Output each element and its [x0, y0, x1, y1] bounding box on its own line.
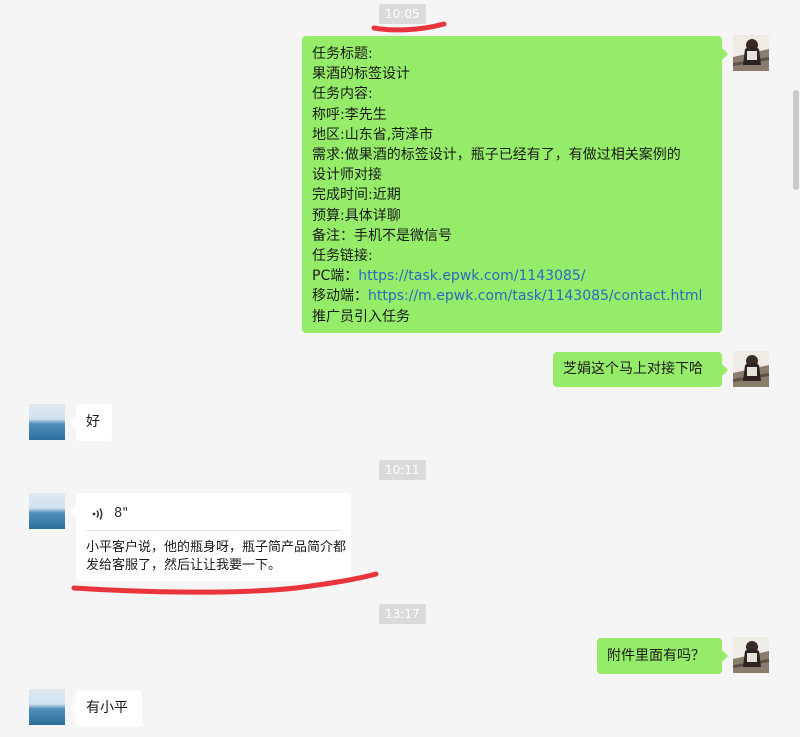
task-line: 称呼:李先生 — [312, 106, 387, 123]
contact-avatar[interactable] — [29, 404, 65, 440]
task-line: 地区:山东省,菏泽市 — [312, 126, 434, 143]
task-line: 任务标题: — [312, 46, 373, 62]
pc-task-link[interactable]: https://task.epwk.com/1143085/ — [358, 268, 585, 284]
mobile-task-link[interactable]: https://m.epwk.com/task/1143085/contact.… — [368, 288, 702, 304]
task-line: 任务内容: — [312, 86, 373, 103]
task-line: 备注：手机不是微信号 — [312, 227, 452, 244]
message-text: 有小平 — [86, 700, 128, 716]
timestamp-1005: 10:05 — [379, 4, 426, 24]
contact-avatar[interactable] — [29, 493, 65, 529]
my-avatar[interactable] — [733, 637, 769, 673]
message-text: 附件里面有吗？ — [607, 648, 705, 664]
pc-link-line: PC端：https://task.epwk.com/1143085/ — [312, 266, 712, 286]
mobile-link-label: 移动端： — [312, 288, 368, 305]
my-avatar-photo — [733, 637, 769, 673]
transcript-line: 发给客服了，然后让让我要一下。 — [86, 558, 282, 573]
task-line: 任务链接: — [312, 248, 373, 265]
message-bubble-incoming[interactable]: 好 — [70, 404, 112, 441]
voice-duration: 8" — [114, 505, 129, 521]
mobile-link-line: 移动端：https://m.epwk.com/task/1143085/cont… — [312, 286, 712, 306]
my-avatar[interactable] — [733, 351, 769, 387]
task-line: 设计师对接 — [312, 167, 382, 184]
task-line: 预算:具体详聊 — [312, 207, 401, 224]
task-message-bubble[interactable]: 任务标题: 果酒的标签设计 任务内容: 称呼:李先生 地区:山东省,菏泽市 需求… — [302, 36, 728, 333]
timestamp-1011: 10:11 — [379, 460, 426, 480]
my-avatar-photo — [733, 351, 769, 387]
annotation-underline-timestamp — [371, 21, 447, 33]
voice-play-row[interactable]: 8" — [90, 503, 128, 525]
voice-wave-icon — [92, 508, 103, 520]
scrollbar-thumb[interactable] — [793, 90, 799, 190]
task-line: 完成时间:近期 — [312, 187, 401, 204]
transcript-line: 小平客户说，他的瓶身呀，瓶子简产品简介都 — [86, 540, 347, 555]
task-line: 需求:做果酒的标签设计，瓶子已经有了，有做过相关案例的 — [312, 147, 681, 164]
voice-transcript-divider — [86, 530, 341, 531]
task-line: 果酒的标签设计 — [312, 66, 410, 83]
my-avatar-photo — [733, 35, 769, 71]
my-avatar[interactable] — [733, 35, 769, 71]
message-text: 芝娟这个马上对接下哈 — [563, 361, 703, 377]
voice-transcript: 小平客户说，他的瓶身呀，瓶子简产品简介都 发给客服了，然后让让我要一下。 — [86, 539, 346, 575]
voice-message-bubble[interactable]: 8" 小平客户说，他的瓶身呀，瓶子简产品简介都 发给客服了，然后让让我要一下。 — [70, 493, 351, 581]
contact-avatar[interactable] — [29, 689, 65, 725]
message-bubble-outgoing[interactable]: 芝娟这个马上对接下哈 — [553, 352, 728, 387]
message-text: 好 — [86, 414, 100, 430]
timestamp-1317: 13:17 — [379, 604, 426, 624]
pc-link-label: PC端： — [312, 268, 359, 285]
message-bubble-incoming[interactable]: 有小平 — [70, 690, 142, 727]
task-footer: 推广员引入任务 — [312, 308, 410, 325]
message-bubble-outgoing[interactable]: 附件里面有吗？ — [597, 638, 728, 674]
